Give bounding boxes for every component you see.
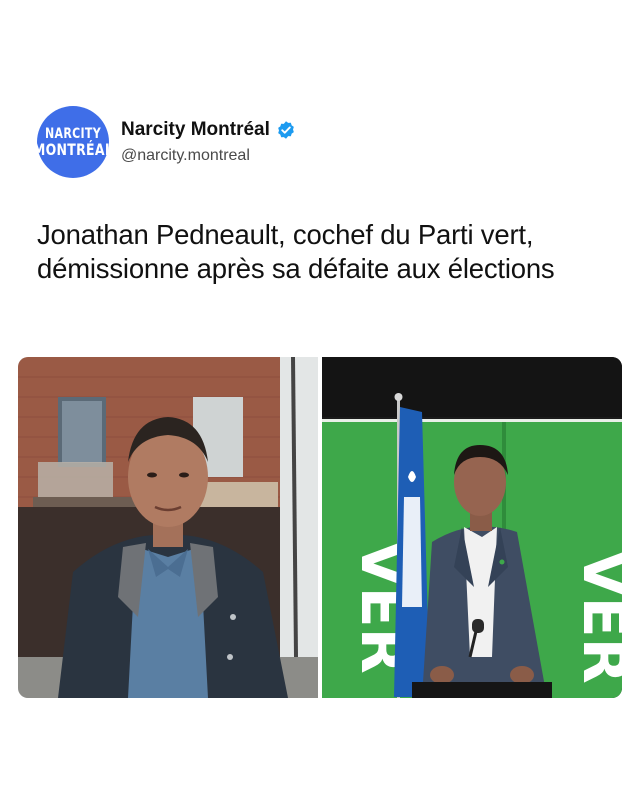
avatar[interactable]: NARCITY MONTRÉAL	[33, 106, 113, 178]
svg-text:VER: VER	[569, 550, 622, 684]
account-info: Narcity Montréal @narcity.montreal	[121, 119, 296, 165]
display-name[interactable]: Narcity Montréal	[121, 119, 270, 141]
post-header: NARCITY MONTRÉAL Narcity Montréal @narci…	[33, 106, 296, 178]
verified-badge-icon	[276, 120, 296, 140]
avatar-line-1: NARCITY	[45, 125, 101, 142]
account-handle[interactable]: @narcity.montreal	[121, 147, 296, 165]
name-row: Narcity Montréal	[121, 119, 296, 141]
post-headline: Jonathan Pedneault, cochef du Parti vert…	[37, 219, 555, 284]
avatar-line-2: MONTRÉAL	[32, 139, 114, 159]
portrait-photo[interactable]	[18, 357, 318, 698]
post-card: NARCITY MONTRÉAL Narcity Montréal @narci…	[0, 0, 640, 800]
podium-photo[interactable]: VER VER	[322, 357, 622, 698]
post-media[interactable]: VER VER	[18, 357, 622, 698]
